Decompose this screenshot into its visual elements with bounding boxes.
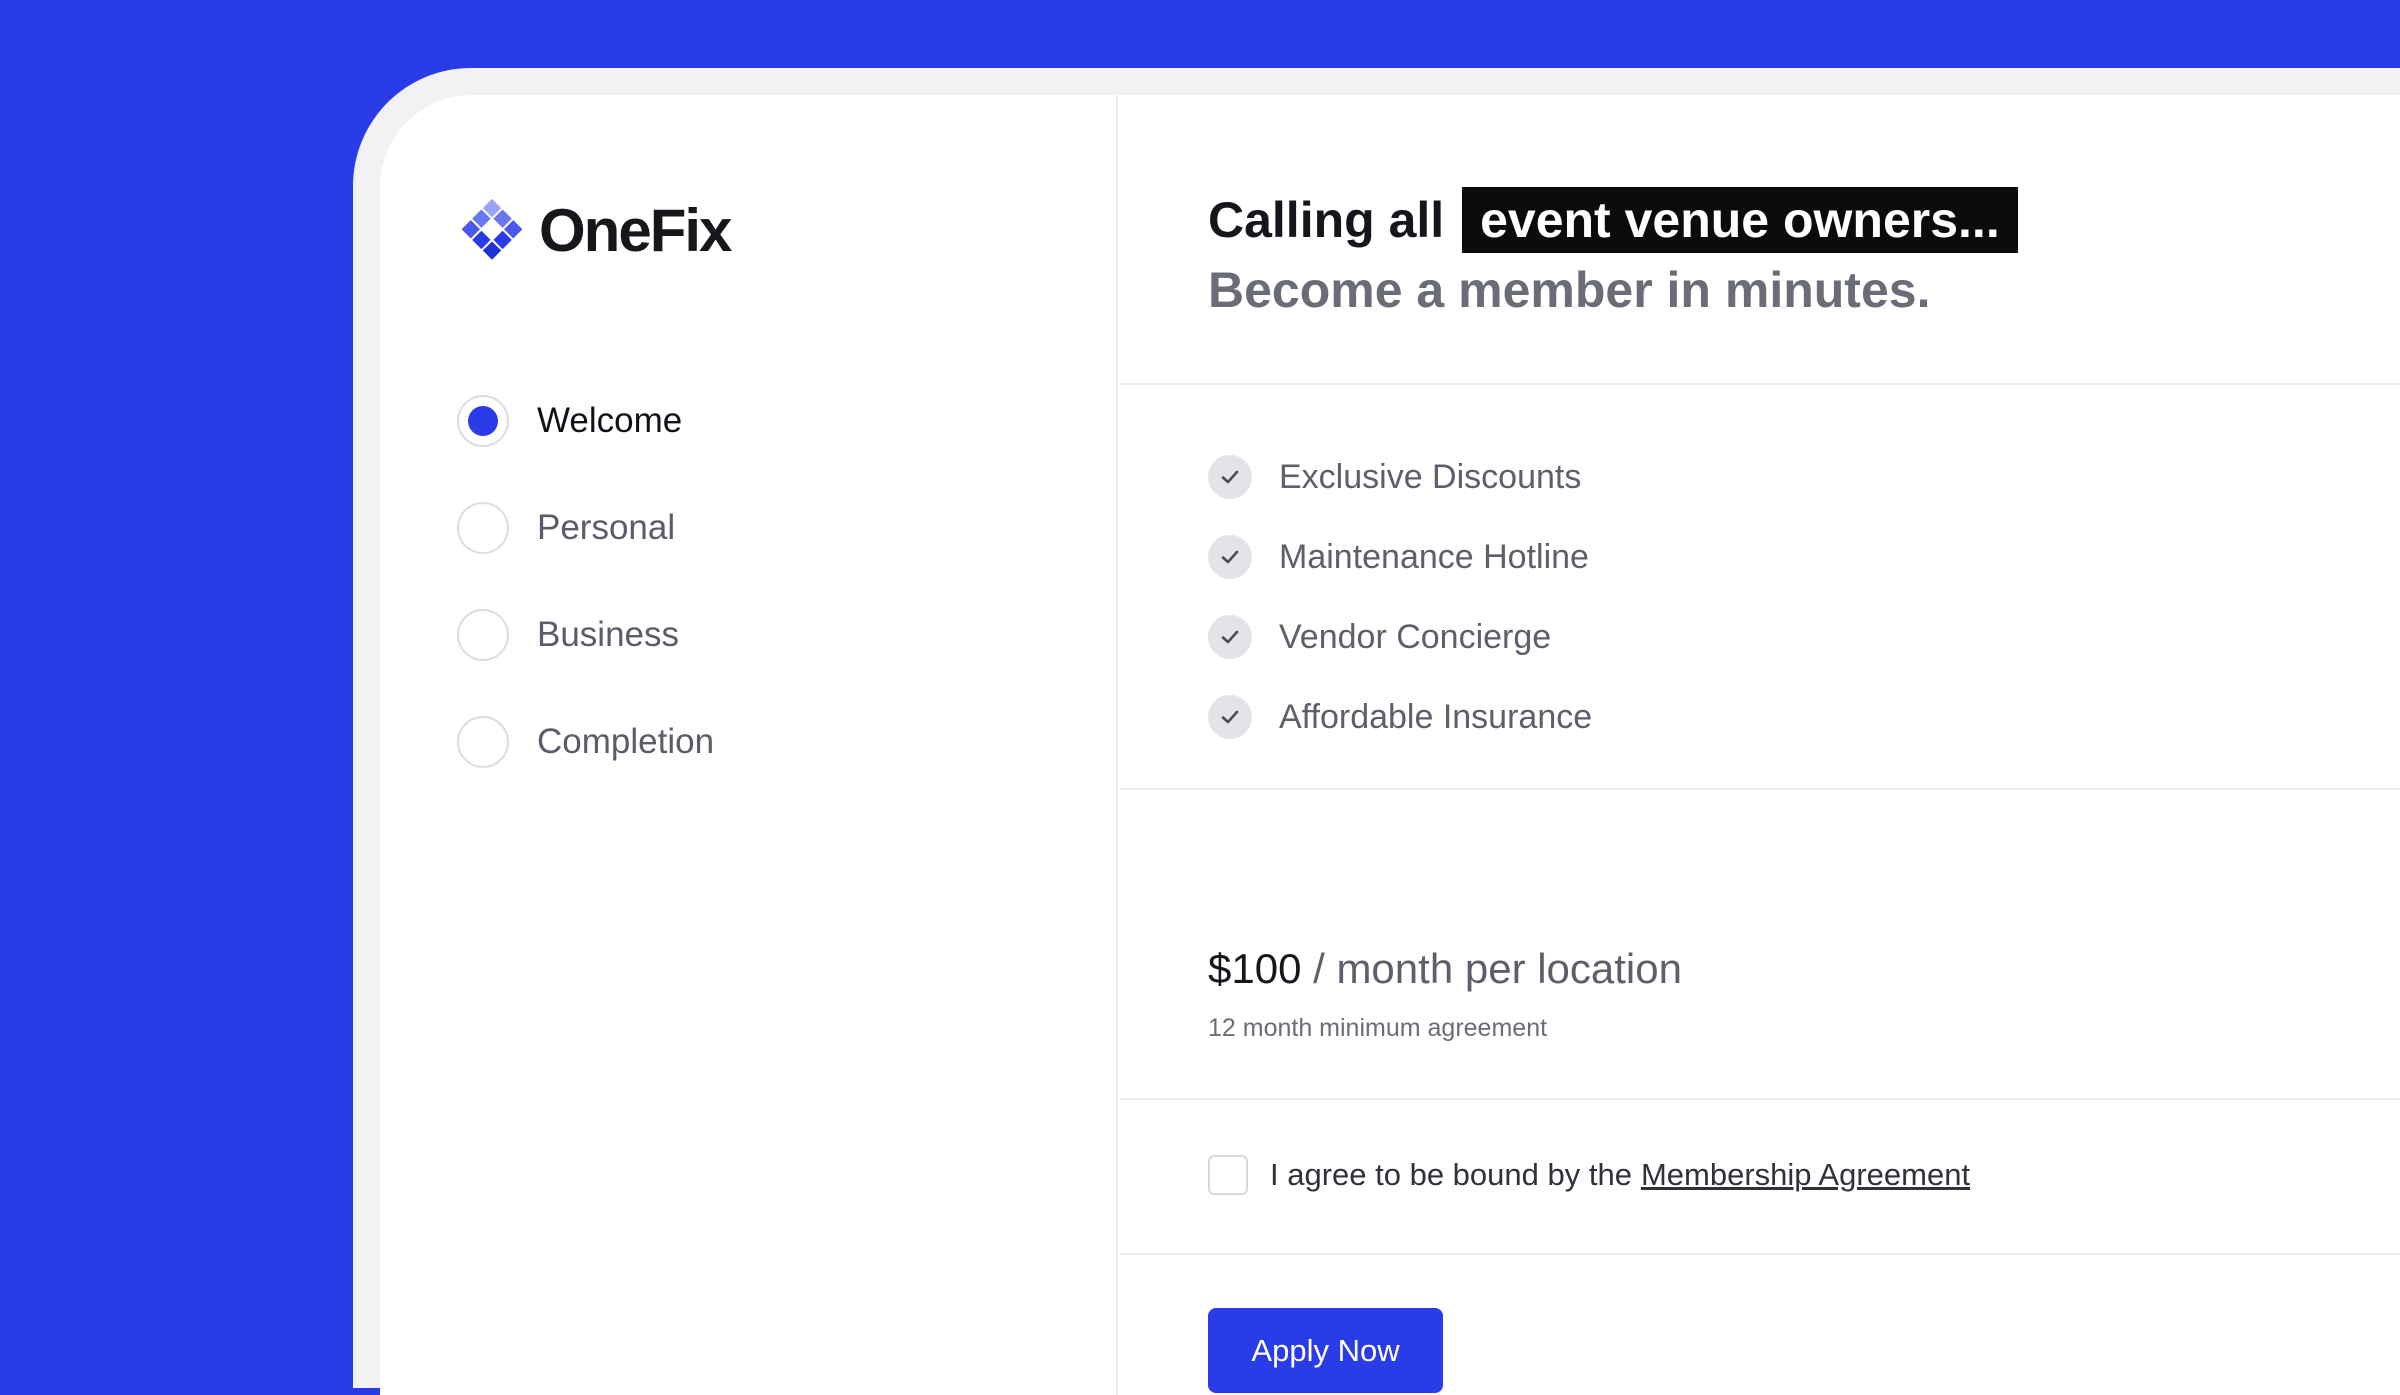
step-nav: Welcome Personal Business Completion [457, 367, 714, 795]
step-label: Welcome [537, 400, 683, 440]
step-radio [457, 501, 509, 554]
feature-label: Exclusive Discounts [1279, 457, 1582, 496]
sidebar: OneFix Welcome Personal Business Complet… [380, 95, 1118, 1395]
check-icon [1208, 615, 1252, 659]
brand-logo: OneFix [457, 195, 732, 265]
check-icon [1208, 535, 1252, 579]
feature-label: Vendor Concierge [1279, 617, 1552, 656]
check-icon [1208, 455, 1252, 499]
price-period: / month per location [1313, 945, 1682, 992]
agreement-section: I agree to be bound by the Membership Agr… [1120, 1100, 2400, 1255]
agreement-checkbox[interactable] [1208, 1155, 1248, 1195]
feature-item: Maintenance Hotline [1208, 517, 1592, 597]
step-personal[interactable]: Personal [457, 474, 714, 581]
step-label: Business [537, 614, 680, 654]
price-note: 12 month minimum agreement [1208, 1014, 1548, 1042]
active-dot [468, 405, 498, 436]
headline-highlight: event venue owners... [1462, 187, 2018, 253]
step-label: Personal [537, 507, 676, 547]
feature-item: Affordable Insurance [1208, 677, 1592, 757]
membership-agreement-link[interactable]: Membership Agreement [1641, 1157, 1970, 1192]
feature-label: Affordable Insurance [1279, 697, 1593, 736]
agreement-label: I agree to be bound by the [1270, 1157, 1632, 1192]
step-radio [457, 608, 509, 661]
pricing-section: $100 / month per location 12 month minim… [1120, 790, 2400, 1100]
feature-list: Exclusive Discounts Maintenance Hotline … [1208, 437, 1592, 757]
feature-item: Exclusive Discounts [1208, 437, 1592, 517]
step-completion[interactable]: Completion [457, 688, 714, 795]
signup-card: OneFix Welcome Personal Business Complet… [380, 95, 2400, 1395]
apply-now-button[interactable]: Apply Now [1208, 1308, 1443, 1393]
agreement-row: I agree to be bound by the Membership Agr… [1208, 1155, 1970, 1195]
step-business[interactable]: Business [457, 581, 714, 688]
headline: Calling all event venue owners... [1208, 187, 2018, 253]
features-section: Exclusive Discounts Maintenance Hotline … [1120, 385, 2400, 790]
main-panel: Calling all event venue owners... Become… [1120, 95, 2400, 1395]
agreement-text: I agree to be bound by the Membership Agr… [1270, 1157, 1970, 1193]
brand-name: OneFix [539, 196, 732, 264]
feature-item: Vendor Concierge [1208, 597, 1592, 677]
price-line: $100 / month per location [1208, 945, 1682, 993]
step-welcome[interactable]: Welcome [457, 367, 714, 474]
headline-prefix: Calling all [1208, 192, 1445, 248]
price-amount: $100 [1208, 945, 1302, 992]
feature-label: Maintenance Hotline [1279, 537, 1589, 576]
step-radio [457, 715, 509, 768]
step-label: Completion [537, 721, 715, 761]
step-radio-active [457, 394, 509, 447]
check-icon [1208, 695, 1252, 739]
subheadline: Become a member in minutes. [1208, 262, 1931, 318]
hero-section: Calling all event venue owners... Become… [1120, 95, 2400, 385]
diamond-grid-icon [461, 198, 523, 260]
